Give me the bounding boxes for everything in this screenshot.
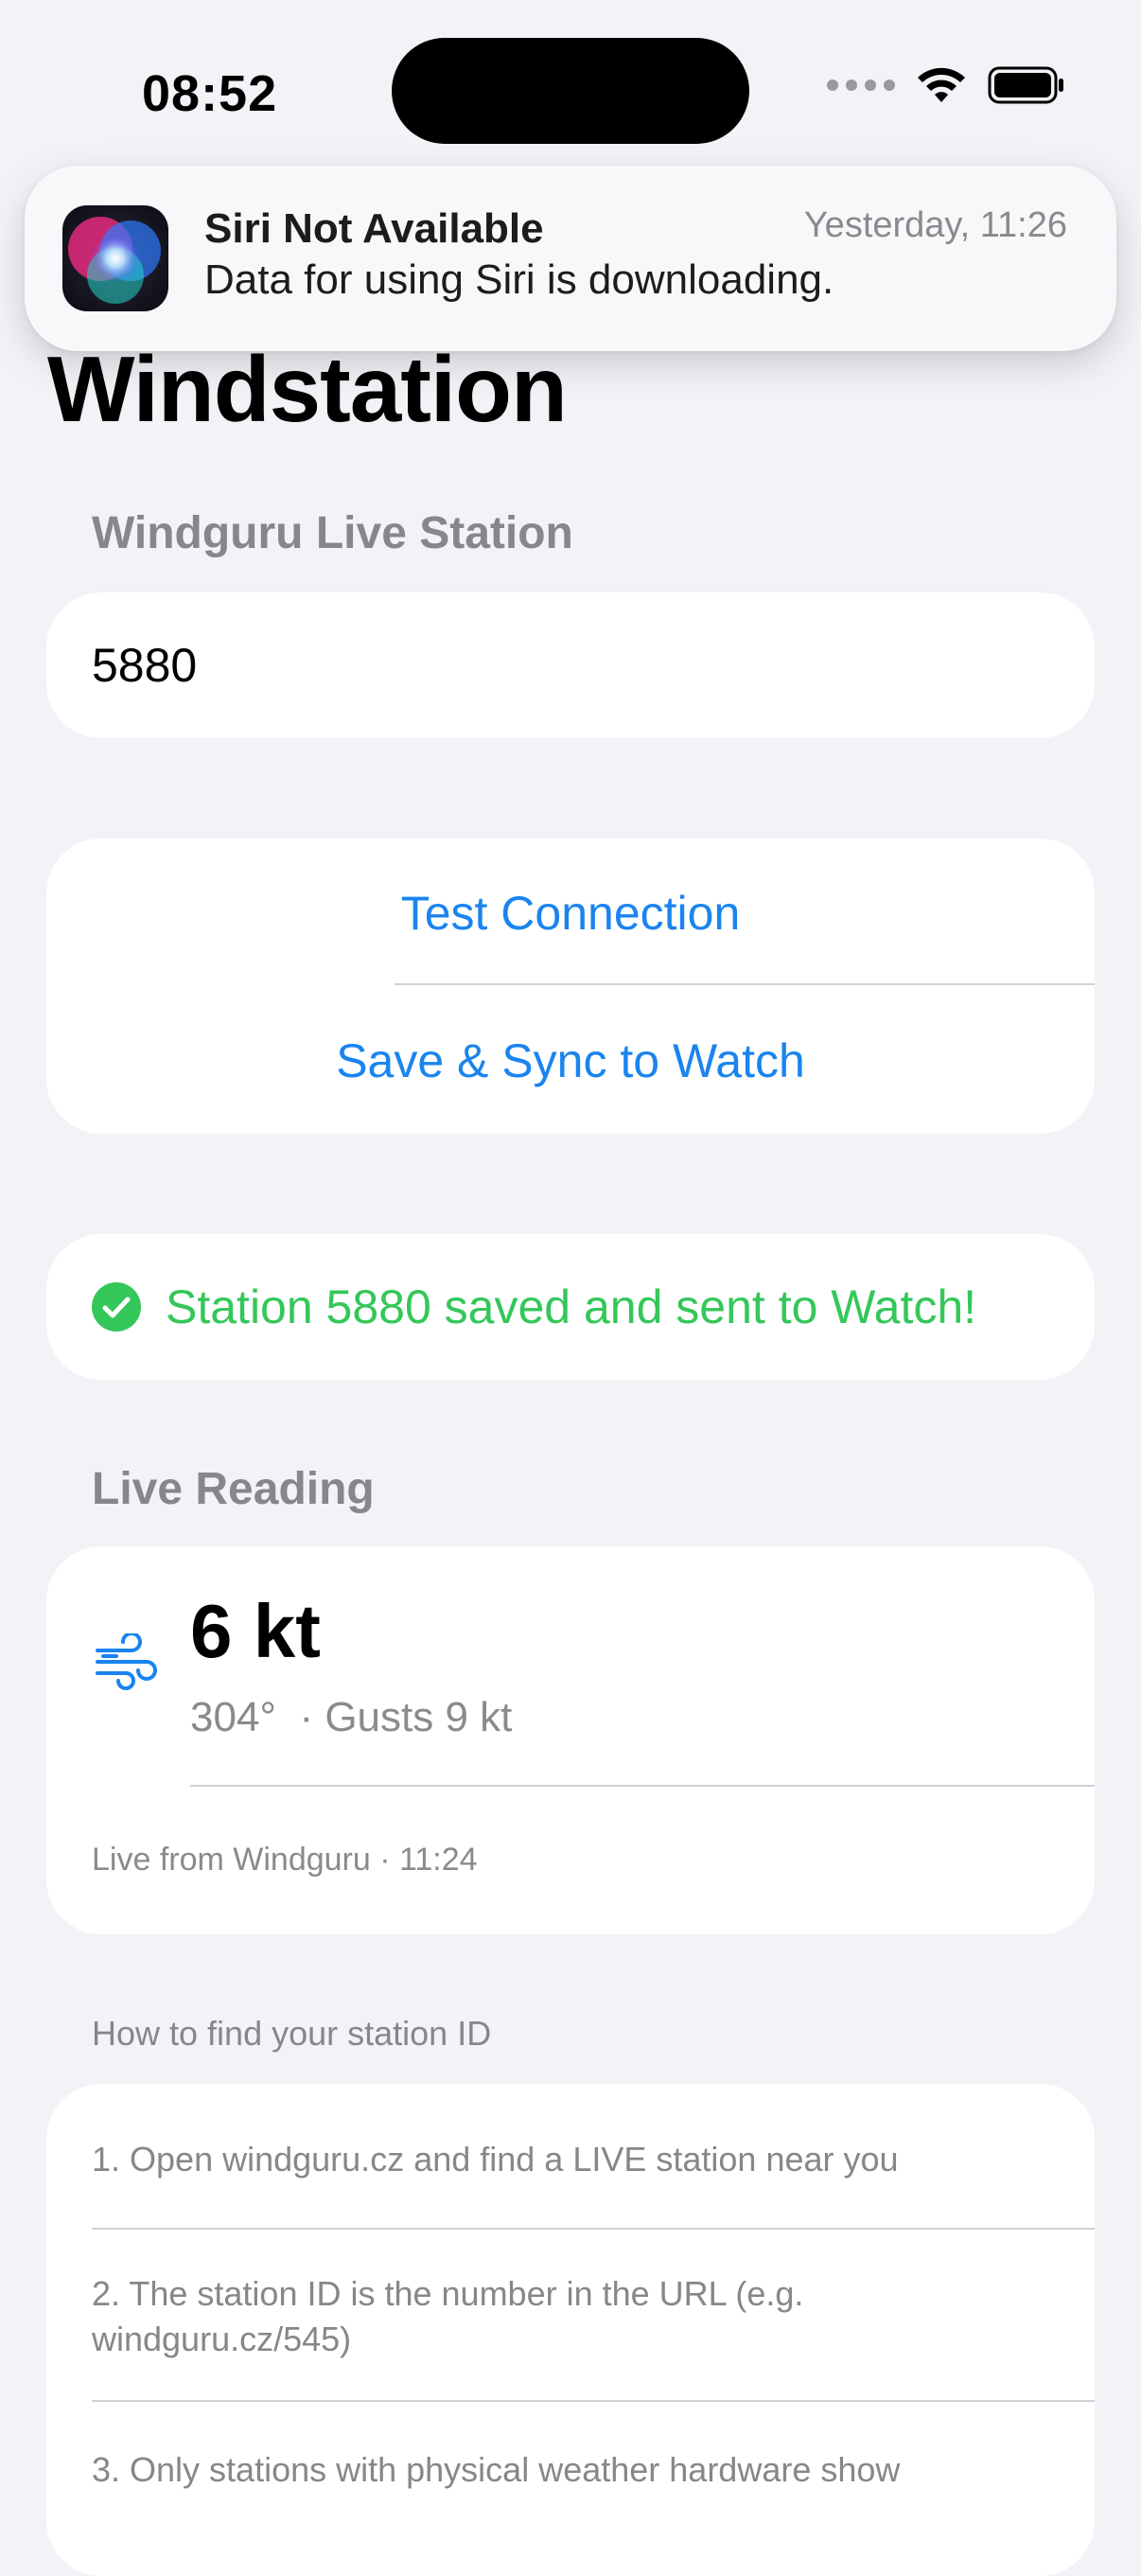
status-message: Station 5880 saved and sent to Watch! — [166, 1280, 977, 1333]
battery-icon — [988, 66, 1063, 104]
divider — [92, 2228, 1095, 2230]
dynamic-island — [392, 38, 749, 144]
page-title: Windstation — [47, 337, 568, 441]
test-connection-button[interactable]: Test Connection — [46, 886, 1095, 941]
actions-card: Test Connection Save & Sync to Watch — [46, 838, 1095, 1134]
divider — [395, 983, 1095, 985]
siri-notification-banner[interactable]: Siri Not Available Yesterday, 11:26 Data… — [25, 166, 1116, 351]
notification-title: Siri Not Available — [204, 205, 544, 252]
howto-step: 3. Only stations with physical weather h… — [92, 2450, 901, 2489]
howto-step: 1. Open windguru.cz and find a LIVE stat… — [92, 2140, 899, 2179]
live-reading-card: 6 kt 304° · Gusts 9 kt Live from Windgur… — [46, 1546, 1095, 1934]
status-icons — [827, 66, 1065, 104]
station-id-input[interactable] — [92, 638, 1038, 693]
wifi-icon — [918, 67, 965, 102]
live-source-timestamp: Live from Windguru · 11:24 — [92, 1842, 478, 1878]
howto-card: 1. Open windguru.cz and find a LIVE stat… — [46, 2084, 1095, 2576]
status-bar: 08:52 — [0, 0, 1141, 180]
wind-direction-gusts: 304° · Gusts 9 kt — [190, 1694, 513, 1740]
status-time: 08:52 — [142, 65, 278, 122]
divider — [92, 2400, 1095, 2402]
howto-step: 2. The station ID is the number in the U… — [92, 2274, 804, 2358]
save-sync-button[interactable]: Save & Sync to Watch — [46, 1033, 1095, 1088]
notification-body: Data for using Siri is downloading. — [204, 256, 834, 303]
notification-time: Yesterday, 11:26 — [803, 205, 1067, 245]
checkmark-circle-icon — [92, 1282, 141, 1332]
wind-icon — [96, 1633, 157, 1690]
howto-header: How to find your station ID — [92, 2014, 492, 2053]
station-input-card — [46, 592, 1095, 738]
wind-speed: 6 kt — [190, 1589, 321, 1673]
status-card: Station 5880 saved and sent to Watch! — [46, 1234, 1095, 1380]
siri-icon — [62, 205, 168, 311]
divider — [190, 1785, 1095, 1787]
cellular-signal-icon — [827, 79, 895, 91]
station-section-header: Windguru Live Station — [92, 508, 573, 558]
live-reading-header: Live Reading — [92, 1464, 375, 1514]
status-row: Station 5880 saved and sent to Watch! — [92, 1279, 976, 1334]
